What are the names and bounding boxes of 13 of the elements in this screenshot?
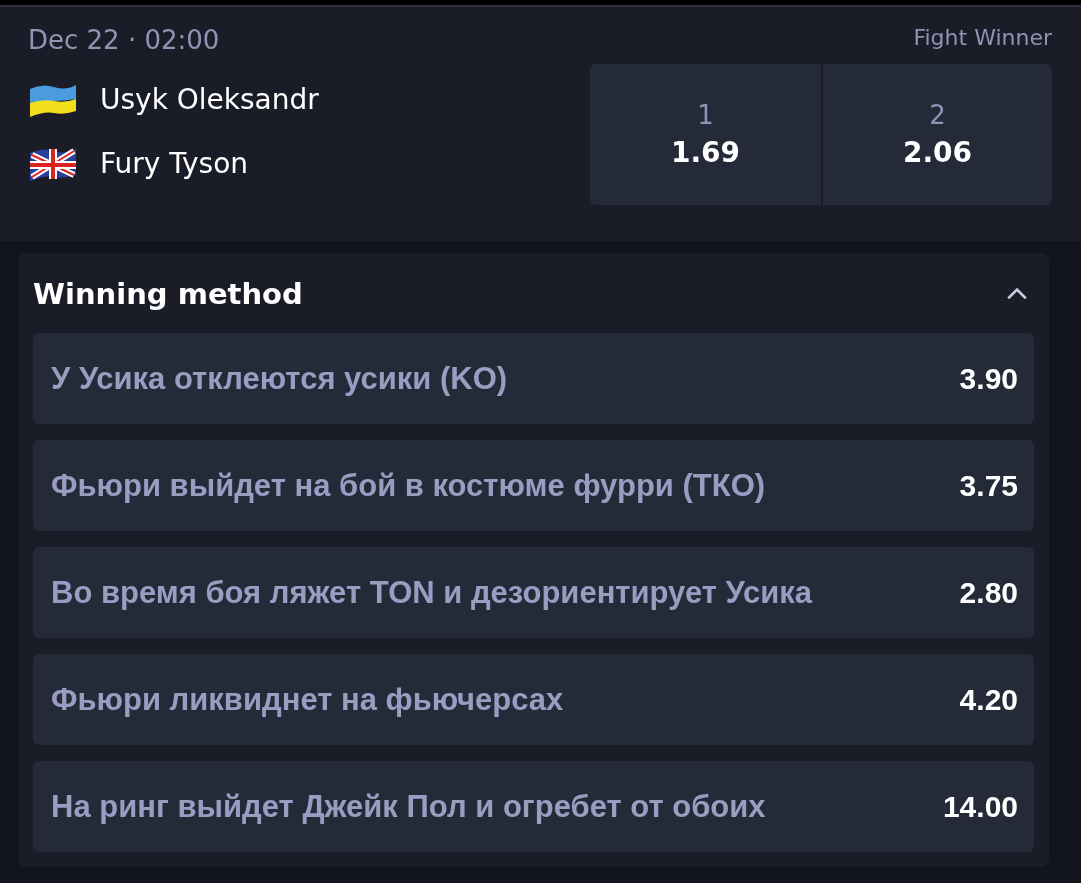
bet-option[interactable]: У Усика отклеются усики (KO) 3.90 [33,333,1034,424]
fighter-name: Usyk Oleksandr [100,82,319,116]
odds-button[interactable]: 1 1.69 [590,64,821,205]
chevron-icon[interactable] [1006,287,1028,301]
market-label: Fight Winner [913,25,1052,50]
section-title: Winning method [33,277,303,311]
bet-option[interactable]: На ринг выйдет Джейк Пол и огребет от обоих 14.00 [33,761,1034,852]
bet-option[interactable]: Фьюри выйдет на бой в костюме фурри (ТКО) 3.75 [33,440,1034,531]
fighter-name: Fury Tyson [100,146,249,180]
bet-option[interactable]: Фьюри ликвиднет на фьючерсах 4.20 [33,654,1034,745]
odds-button[interactable]: 2 2.06 [821,64,1052,205]
event-date: Dec 22 · 02:00 [28,25,221,55]
bet-option[interactable]: Во время боя ляжет TON и дезориентирует Усика 2.80 [33,547,1034,638]
